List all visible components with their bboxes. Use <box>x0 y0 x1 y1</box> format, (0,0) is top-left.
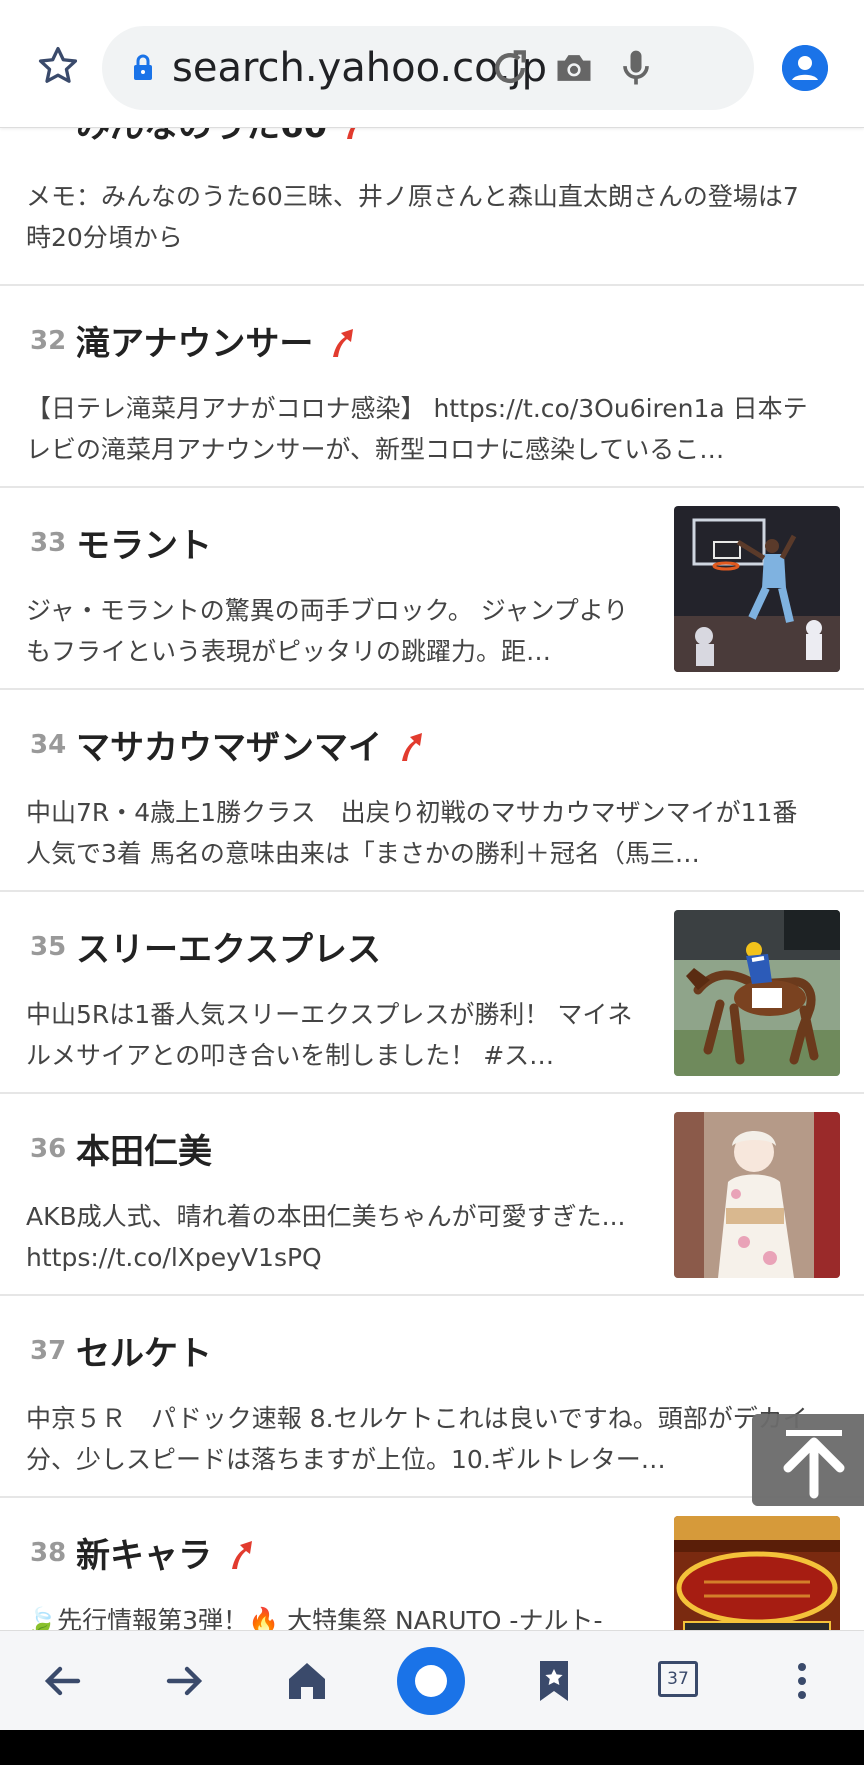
item-description: 中京５Ｒ パドック速報 8.セルケトこれは良いですね。頭部がデカイ分、少しスピー… <box>26 1404 808 1474</box>
list-item[interactable]: 32 滝アナウンサー 【日テレ滝菜月アナがコロナ感染】 https://t.co… <box>0 286 864 488</box>
kimono-photo[interactable] <box>674 1112 840 1278</box>
list-item[interactable]: 33 モラント ジャ・モラントの驚異の両手ブロック。 ジャンプよりもフライという… <box>0 488 864 690</box>
browser-toolbar: search.yahoo.co.jp <box>0 0 864 128</box>
rank-number: 35 <box>30 932 67 962</box>
rank-number: 32 <box>30 326 67 356</box>
camera-icon[interactable] <box>552 46 596 90</box>
item-description: 【日テレ滝菜月アナがコロナ感染】 https://t.co/3Ou6iren1a… <box>26 394 808 464</box>
item-description: 中山5Rは1番人気スリーエクスプレスが勝利！ マイネルメサイアとの叩き合いを制し… <box>26 1000 633 1070</box>
item-description: 中山7R・4歳上1勝クラス 出戻り初戦のマサカウマザンマイが11番人気で3着 馬… <box>26 798 798 868</box>
item-title[interactable]: 滝アナウンサー <box>76 316 355 365</box>
horse-race-photo[interactable] <box>674 910 840 1076</box>
rank-number: 38 <box>30 1538 67 1568</box>
more-menu-icon[interactable] <box>778 1657 826 1705</box>
item-title[interactable]: 本田仁美 <box>76 1124 212 1173</box>
browser-screen: search.yahoo.co.jp 31 <box>0 0 864 1730</box>
scroll-to-top-button[interactable] <box>752 1414 864 1506</box>
rank-number: 37 <box>30 1336 67 1366</box>
item-description: メモ：みんなのうた60三昧、井ノ原さんと森山直太朗さんの登場は7時20分頃から <box>26 182 799 252</box>
item-title[interactable]: スリーエクスプレス <box>76 922 381 971</box>
forward-arrow-icon[interactable] <box>161 1657 209 1705</box>
item-title[interactable]: モラント <box>76 518 212 567</box>
rank-number: 33 <box>30 528 67 558</box>
bookmark-star-icon[interactable] <box>36 44 80 88</box>
basketball-photo[interactable] <box>674 506 840 672</box>
trend-ranking-list: 31 みんなのうた60 メモ：みんなのうた60三昧、井ノ原さんと森山直太朗さんの… <box>0 98 864 1700</box>
user-avatar-icon[interactable] <box>782 45 828 91</box>
item-title[interactable]: セルケト <box>76 1326 212 1375</box>
home-icon[interactable] <box>283 1657 331 1705</box>
item-title[interactable]: マサカウマザンマイ <box>76 720 424 769</box>
rising-arrow-icon <box>402 733 422 761</box>
microphone-icon[interactable] <box>614 46 658 90</box>
rising-arrow-icon <box>333 329 354 357</box>
item-description: AKB成人式、晴れ着の本田仁美ちゃんが可愛すぎた... https://t.co… <box>26 1202 626 1272</box>
list-item[interactable]: 35 スリーエクスプレス 中山5Rは1番人気スリーエクスプレスが勝利！ マイネル… <box>0 892 864 1094</box>
item-description: ジャ・モラントの驚異の両手ブロック。 ジャンプよりもフライという表現がピッタリの… <box>26 596 629 666</box>
tab-count-button[interactable]: 37 <box>658 1661 698 1697</box>
address-bar[interactable]: search.yahoo.co.jp <box>102 26 754 110</box>
search-home-button[interactable] <box>397 1647 465 1715</box>
bookmark-star-icon[interactable] <box>530 1657 578 1705</box>
back-arrow-icon[interactable] <box>38 1657 86 1705</box>
rising-arrow-icon <box>232 1541 252 1569</box>
item-title[interactable]: 新キャラ <box>76 1528 254 1577</box>
reload-icon[interactable] <box>488 46 532 90</box>
list-item[interactable]: 36 本田仁美 AKB成人式、晴れ着の本田仁美ちゃんが可愛すぎた... http… <box>0 1094 864 1296</box>
lock-icon <box>134 54 152 80</box>
rank-number: 34 <box>30 730 67 760</box>
browser-bottom-nav: 37 <box>0 1630 864 1730</box>
list-item[interactable]: 37 セルケト 中京５Ｒ パドック速報 8.セルケトこれは良いですね。頭部がデカ… <box>0 1296 864 1498</box>
list-item[interactable]: 34 マサカウマザンマイ 中山7R・4歳上1勝クラス 出戻り初戦のマサカウマザン… <box>0 690 864 892</box>
rank-number: 36 <box>30 1134 67 1164</box>
